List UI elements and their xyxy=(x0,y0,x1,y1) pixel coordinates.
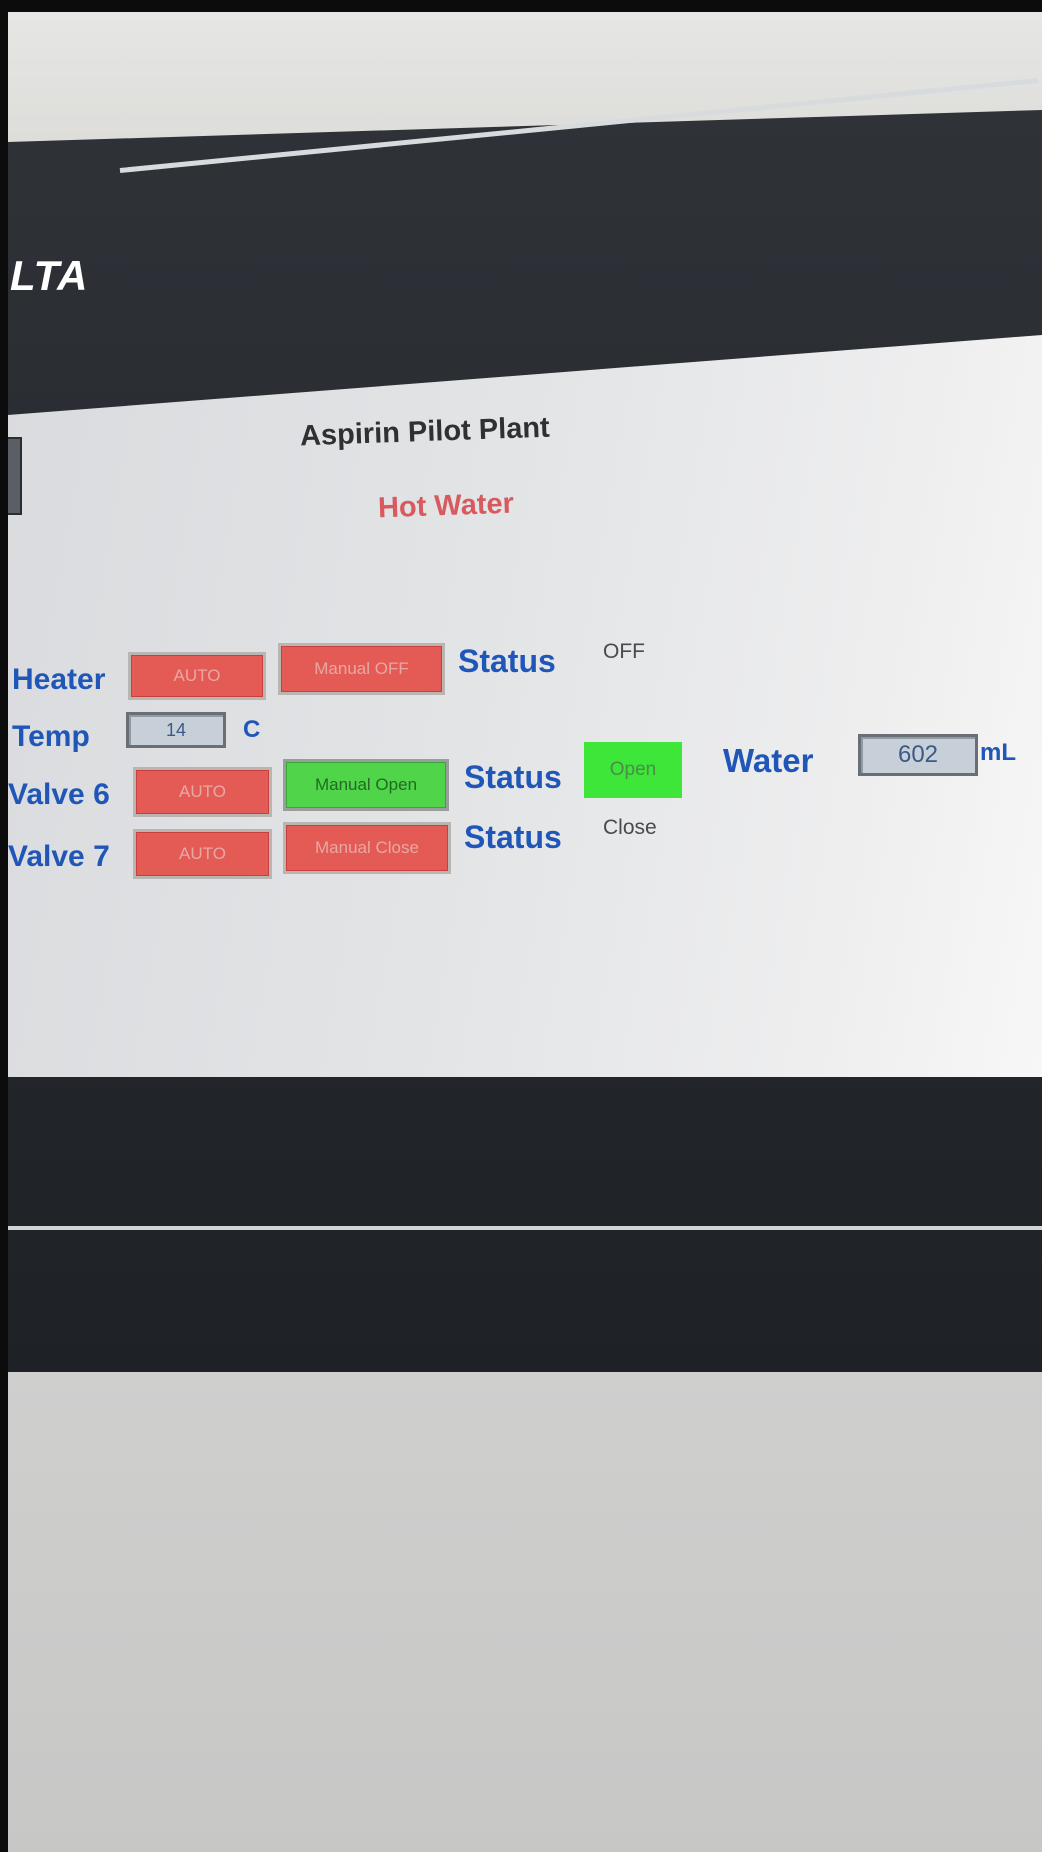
temp-label: Temp xyxy=(12,720,90,753)
valve7-status-label: Status xyxy=(464,819,562,855)
valve7-status-value: Close xyxy=(603,816,657,839)
valve7-label: Valve 7 xyxy=(8,840,110,873)
valve6-label: Valve 6 xyxy=(8,778,110,811)
temp-unit-label: C xyxy=(243,716,261,743)
valve7-auto-button[interactable]: AUTO xyxy=(133,829,272,879)
valve6-auto-button[interactable]: AUTO xyxy=(133,767,272,817)
valve7-manual-close-button[interactable]: Manual Close xyxy=(283,822,451,874)
valve6-status-label: Status xyxy=(464,759,562,795)
water-unit-label: mL xyxy=(980,739,1016,766)
bezel-stripe-bottom xyxy=(8,1226,1042,1230)
temp-value-field[interactable]: 14 xyxy=(126,712,226,748)
heater-auto-button[interactable]: AUTO xyxy=(128,652,266,700)
heater-status-label: Status xyxy=(458,643,556,679)
valve6-manual-open-button[interactable]: Manual Open xyxy=(283,759,449,811)
brand-logo: LTA xyxy=(10,252,89,299)
page-subtitle: Hot Water xyxy=(377,487,515,525)
valve6-status-indicator: Open xyxy=(584,742,682,798)
water-label: Water xyxy=(723,742,814,779)
wall-background-bottom xyxy=(8,1372,1042,1852)
photo-frame-top xyxy=(0,0,1042,12)
photo-frame-left xyxy=(0,0,8,1852)
hmi-screen xyxy=(8,335,1042,1077)
water-value-field[interactable]: 602 xyxy=(858,734,978,776)
heater-status-value: OFF xyxy=(603,640,645,663)
heater-label: Heater xyxy=(12,663,106,696)
heater-manual-off-button[interactable]: Manual OFF xyxy=(278,643,445,695)
